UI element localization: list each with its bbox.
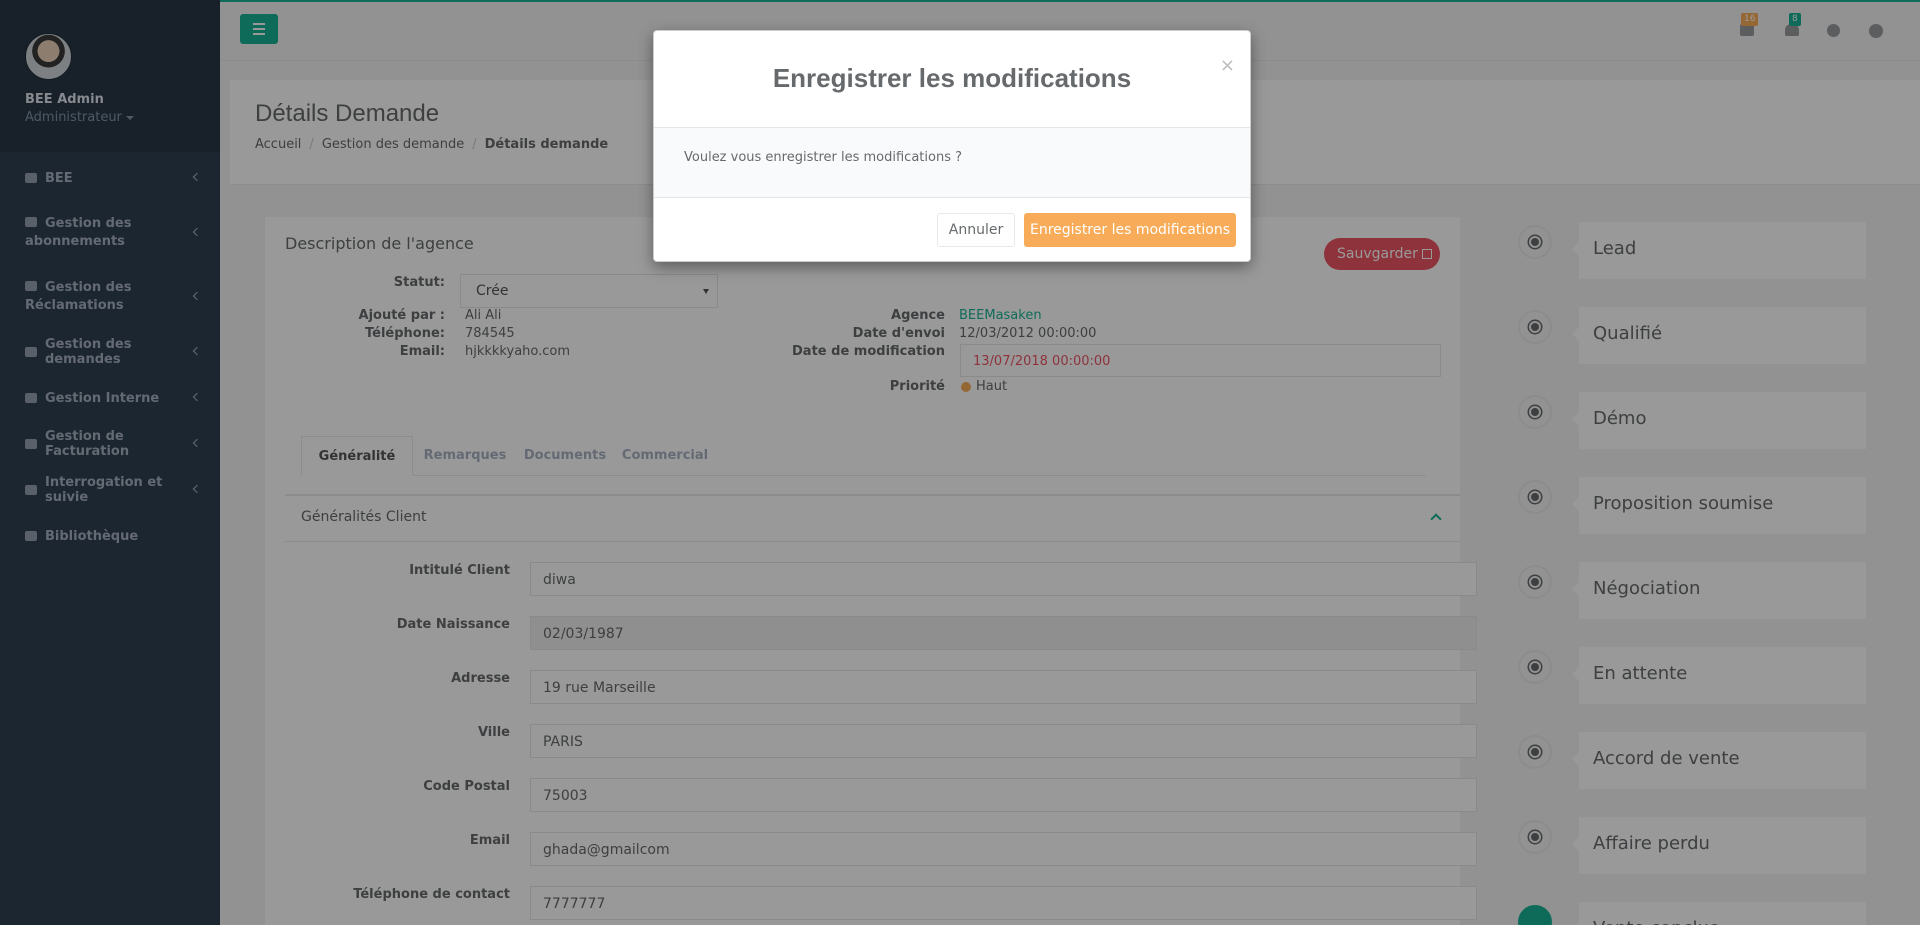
modal-header: Enregistrer les modifications × [654, 31, 1250, 128]
modal-title: Enregistrer les modifications [772, 63, 1132, 93]
modal-footer: Annuler Enregistrer les modifications [654, 198, 1250, 261]
close-icon[interactable]: × [1220, 57, 1235, 75]
modal-message: Voulez vous enregistrer les modification… [654, 128, 1250, 198]
confirm-modal: Enregistrer les modifications × Voulez v… [653, 30, 1251, 262]
cancel-button[interactable]: Annuler [937, 213, 1015, 247]
confirm-save-button[interactable]: Enregistrer les modifications [1024, 213, 1236, 247]
